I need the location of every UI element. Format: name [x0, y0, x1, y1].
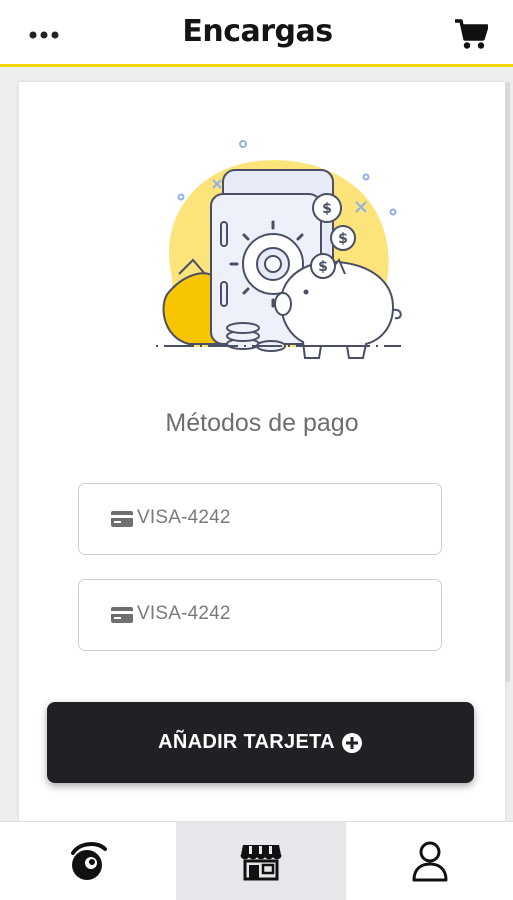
- logo-mark-icon: [71, 842, 107, 880]
- credit-card-icon: [111, 607, 133, 623]
- more-menu-button[interactable]: [22, 18, 66, 52]
- svg-text:$: $: [338, 231, 348, 247]
- payment-methods-card: $ $ $ Métodos de pago VISA-4242 VISA-424…: [19, 82, 505, 822]
- nav-home[interactable]: [0, 822, 176, 900]
- store-icon: [240, 845, 282, 881]
- cart-button[interactable]: [448, 14, 494, 54]
- payment-method-item[interactable]: VISA-4242: [78, 579, 442, 651]
- plus-circle-icon: [341, 732, 362, 753]
- piggy-bank-safe-illustration: $ $ $: [156, 140, 402, 359]
- bottom-navigation: [0, 821, 513, 900]
- more-dots-icon: [29, 31, 59, 39]
- shopping-cart-icon: [455, 19, 488, 49]
- app-root: Encargas $ $ $ Métodos de pago VISA-4242…: [0, 0, 513, 900]
- brand-logo[interactable]: Encargas: [180, 8, 335, 54]
- nav-profile[interactable]: [346, 822, 513, 900]
- user-icon: [412, 841, 447, 882]
- nav-store[interactable]: [176, 822, 346, 900]
- scrollbar[interactable]: [505, 82, 510, 682]
- add-card-button[interactable]: AÑADIR TARJETA: [47, 702, 474, 783]
- add-card-label: AÑADIR TARJETA: [158, 731, 335, 753]
- credit-card-icon: [111, 511, 133, 527]
- section-title: Métodos de pago: [165, 409, 359, 437]
- payment-method-item[interactable]: VISA-4242: [78, 483, 442, 555]
- svg-text:$: $: [322, 201, 332, 217]
- logo-text: Encargas: [182, 13, 333, 49]
- payment-method-label: VISA-4242: [137, 507, 231, 528]
- top-header: Encargas: [0, 0, 513, 67]
- payment-method-label: VISA-4242: [137, 603, 231, 624]
- svg-text:$: $: [318, 259, 328, 275]
